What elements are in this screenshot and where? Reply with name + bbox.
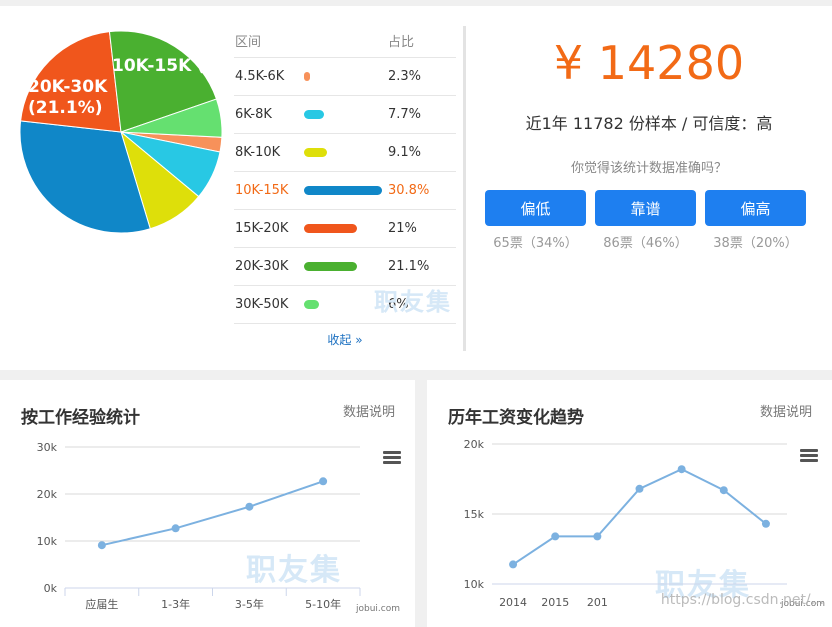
header-share: 占比 — [388, 35, 415, 50]
share-bar — [304, 110, 324, 119]
y-tick-label: 10k — [37, 535, 58, 548]
row-share: 21.1% — [388, 259, 430, 274]
share-bar — [304, 72, 310, 81]
vote-low-count: 65票（34%） — [493, 236, 578, 251]
share-bar — [304, 262, 358, 271]
pie-label-20k-30k: 20K-30K (21.1%) — [28, 77, 108, 118]
salary-distribution-panel: 10K-15K (30.8%) 20K-30K(21.1%) 区间 占比 4.5… — [0, 6, 832, 370]
experience-line-chart: 0k 10k 20k 30k 应届生 1-3年 3-5年 5-10年 jobui.com — [37, 441, 400, 614]
vote-high-button[interactable]: 偏高 — [705, 190, 806, 226]
data-point[interactable] — [719, 486, 728, 495]
data-point[interactable] — [319, 477, 328, 486]
row-share: 2.3% — [388, 69, 422, 84]
x-tick-label: 201 — [587, 596, 608, 609]
data-point[interactable] — [677, 465, 686, 474]
row-share: 21% — [388, 221, 417, 236]
row-range: 10K-15K — [235, 183, 289, 198]
row-share: 30.8% — [388, 183, 430, 198]
data-point[interactable] — [509, 560, 518, 569]
sample-info: 近1年 11782 份样本 / 可信度：高 — [525, 114, 773, 133]
series-line — [512, 468, 767, 566]
collapse-link[interactable]: 收起 » — [234, 331, 456, 348]
series-line — [101, 480, 324, 547]
y-tick-label: 0k — [44, 582, 58, 595]
row-share: 9.1% — [388, 145, 422, 160]
share-bar — [304, 300, 320, 309]
x-tick-label: 1-3年 — [161, 597, 190, 611]
row-range: 20K-30K — [235, 259, 289, 274]
yearly-line-chart: 10k15k20k2014 2015 201 jobui.com — [464, 438, 825, 609]
row-share: 7.7% — [388, 107, 422, 122]
data-point[interactable] — [551, 532, 560, 541]
pie-label-10k-15k: 10K-15K (30.8%) — [112, 56, 230, 76]
row-range: 8K-10K — [235, 145, 281, 160]
header-range: 区间 — [235, 35, 262, 50]
data-point[interactable] — [635, 484, 644, 493]
row-range: 6K-8K — [235, 107, 272, 122]
watermark-logo: 职友集 — [374, 288, 452, 316]
vote-accurate-count: 86票（46%） — [603, 236, 688, 251]
share-bar — [304, 148, 328, 157]
x-tick-label: 2014 — [499, 596, 527, 609]
row-range: 15K-20K — [235, 221, 289, 236]
x-tick-label: 5-10年 — [305, 597, 341, 611]
yearly-chart-panel: 历年工资变化趋势 数据说明 职友集 10k 15k 20k 2014 2015 201 jo… — [427, 380, 832, 627]
share-bar — [304, 186, 382, 195]
y-tick-label: 20k — [464, 438, 485, 451]
distribution-table: 区间 占比 4.5K-6K 2.3% 6K-8K 7.7% 8K-10K 9.1% 10K-… — [234, 24, 456, 324]
y-tick-label: 20k — [37, 488, 58, 501]
chart-credit[interactable]: jobui.com — [355, 604, 400, 614]
data-point[interactable] — [593, 532, 602, 541]
average-salary: ¥ 14280 — [553, 36, 745, 90]
y-tick-label: 10k — [464, 578, 485, 591]
data-point[interactable] — [97, 541, 106, 550]
table-row: 4.5K-6K 2.3% — [234, 58, 456, 96]
table-row: 10K-15K 30.8% — [234, 172, 456, 210]
table-row: 6K-8K 7.7% — [234, 96, 456, 134]
y-tick-label: 30k — [37, 441, 58, 454]
salary-pie-chart: 10K-15K (30.8%) 20K-30K(21.1%) — [19, 30, 230, 234]
vote-high: 偏高 38票（20%） — [705, 190, 806, 251]
vote-low: 偏低 65票（34%） — [485, 190, 586, 251]
table-row: 20K-30K 21.1% — [234, 248, 456, 286]
vote-high-count: 38票（20%） — [713, 236, 798, 251]
row-range: 30K-50K — [235, 297, 289, 312]
blog-watermark: https://blog.csdn.net/... — [660, 592, 824, 608]
experience-chart-panel: 按工作经验统计 数据说明 职友集 0k 10k 20k 30k 应届生 1-3年 3-5年 5… — [0, 380, 415, 627]
vote-accurate-button[interactable]: 靠谱 — [595, 190, 696, 226]
data-point[interactable] — [245, 502, 254, 511]
y-tick-label: 15k — [464, 508, 485, 521]
x-tick-label: 3-5年 — [235, 597, 264, 611]
row-range: 4.5K-6K — [235, 69, 285, 84]
data-point[interactable] — [171, 524, 180, 533]
x-tick-label: 应届生 — [85, 597, 118, 611]
share-bar — [304, 224, 358, 233]
data-point[interactable] — [761, 519, 770, 528]
table-row: 15K-20K 21% — [234, 210, 456, 248]
table-header: 区间 占比 — [234, 24, 456, 58]
x-tick-label: 2015 — [541, 596, 569, 609]
table-row: 8K-10K 9.1% — [234, 134, 456, 172]
vote-low-button[interactable]: 偏低 — [485, 190, 586, 226]
accuracy-question: 你觉得该统计数据准确吗？ — [570, 161, 727, 176]
vote-accurate: 靠谱 86票（46%） — [595, 190, 696, 251]
